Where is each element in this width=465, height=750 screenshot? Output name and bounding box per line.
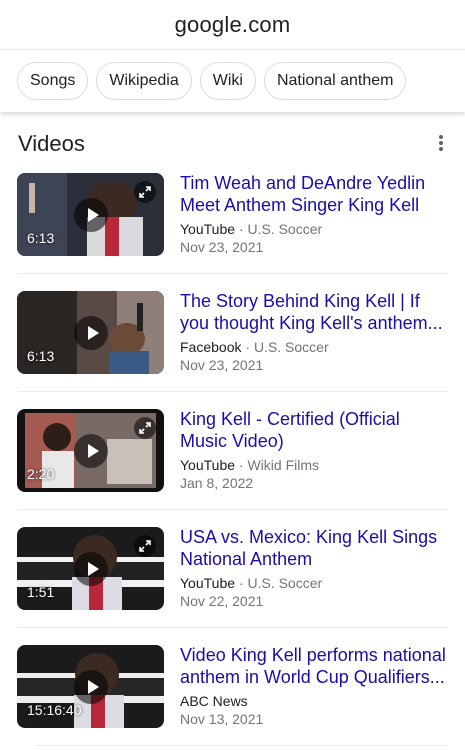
video-thumbnail[interactable]: 1:51 [17, 527, 164, 610]
source-separator: · [235, 221, 248, 237]
divider [36, 745, 448, 746]
video-channel: U.S. Soccer [253, 339, 329, 355]
video-title[interactable]: Tim Weah and DeAndre Yedlin Meet Anthem … [180, 172, 450, 216]
chip-national-anthem[interactable]: National anthem [263, 62, 407, 100]
source-separator: · [241, 339, 254, 355]
video-date: Nov 23, 2021 [180, 239, 264, 255]
video-duration: 15:16:40 [27, 702, 82, 718]
video-date: Jan 8, 2022 [180, 475, 254, 491]
video-date: Nov 22, 2021 [180, 593, 264, 609]
video-platform: Facebook [180, 339, 242, 355]
video-platform: ABC News [180, 693, 248, 709]
more-vert-icon[interactable] [433, 134, 449, 152]
video-date: Nov 23, 2021 [180, 357, 264, 373]
video-thumbnail[interactable]: 6:13 [17, 173, 164, 256]
video-source: YouTube · Wikid Films [180, 456, 319, 474]
source-separator: · [235, 457, 248, 473]
video-item[interactable]: 2:20 King Kell - Certified (Official Mus… [0, 392, 465, 510]
video-thumbnail[interactable]: 6:13 [17, 291, 164, 374]
video-duration: 1:51 [27, 584, 55, 600]
play-icon [74, 670, 108, 704]
play-icon [74, 434, 108, 468]
filter-chips: Songs Wikipedia Wiki National anthem [0, 50, 465, 112]
expand-icon[interactable] [134, 535, 156, 557]
url-text: google.com [174, 11, 291, 37]
video-channel: U.S. Soccer [247, 575, 323, 591]
video-channel: Wikid Films [247, 457, 320, 473]
video-item[interactable]: 6:13 The Story Behind King Kell | If you… [0, 274, 465, 392]
video-duration: 6:13 [27, 230, 55, 246]
video-item[interactable]: 1:51 USA vs. Mexico: King Kell Sings Nat… [0, 510, 465, 628]
play-icon [74, 198, 108, 232]
video-platform: YouTube [180, 221, 236, 237]
chip-wiki[interactable]: Wiki [199, 62, 256, 100]
video-item[interactable]: 15:16:40 Video King Kell performs nation… [0, 628, 465, 746]
section-title: Videos [18, 131, 85, 156]
play-icon [74, 316, 108, 350]
video-channel: U.S. Soccer [247, 221, 323, 237]
video-date: Nov 13, 2021 [180, 711, 264, 727]
video-source: YouTube · U.S. Soccer [180, 574, 322, 592]
address-bar[interactable]: google.com [0, 0, 465, 50]
play-icon [74, 552, 108, 586]
video-source: Facebook · U.S. Soccer [180, 338, 329, 356]
video-item[interactable]: 6:13 Tim Weah and DeAndre Yedlin Meet An… [0, 156, 465, 274]
source-separator: · [235, 575, 248, 591]
video-source: ABC News [180, 692, 248, 710]
expand-icon[interactable] [134, 181, 156, 203]
chip-wikipedia[interactable]: Wikipedia [96, 62, 192, 100]
video-duration: 6:13 [27, 348, 55, 364]
video-title[interactable]: The Story Behind King Kell | If you thou… [180, 290, 450, 334]
video-title[interactable]: USA vs. Mexico: King Kell Sings National… [180, 526, 450, 570]
video-platform: YouTube [180, 575, 236, 591]
video-title[interactable]: King Kell - Certified (Official Music Vi… [180, 408, 450, 452]
video-platform: YouTube [180, 457, 236, 473]
video-thumbnail[interactable]: 15:16:40 [17, 645, 164, 728]
expand-icon[interactable] [134, 417, 156, 439]
video-title[interactable]: Video King Kell performs national anthem… [180, 644, 450, 688]
video-duration: 2:20 [27, 466, 55, 482]
video-thumbnail[interactable]: 2:20 [17, 409, 164, 492]
video-source: YouTube · U.S. Soccer [180, 220, 322, 238]
chip-songs[interactable]: Songs [17, 62, 89, 100]
